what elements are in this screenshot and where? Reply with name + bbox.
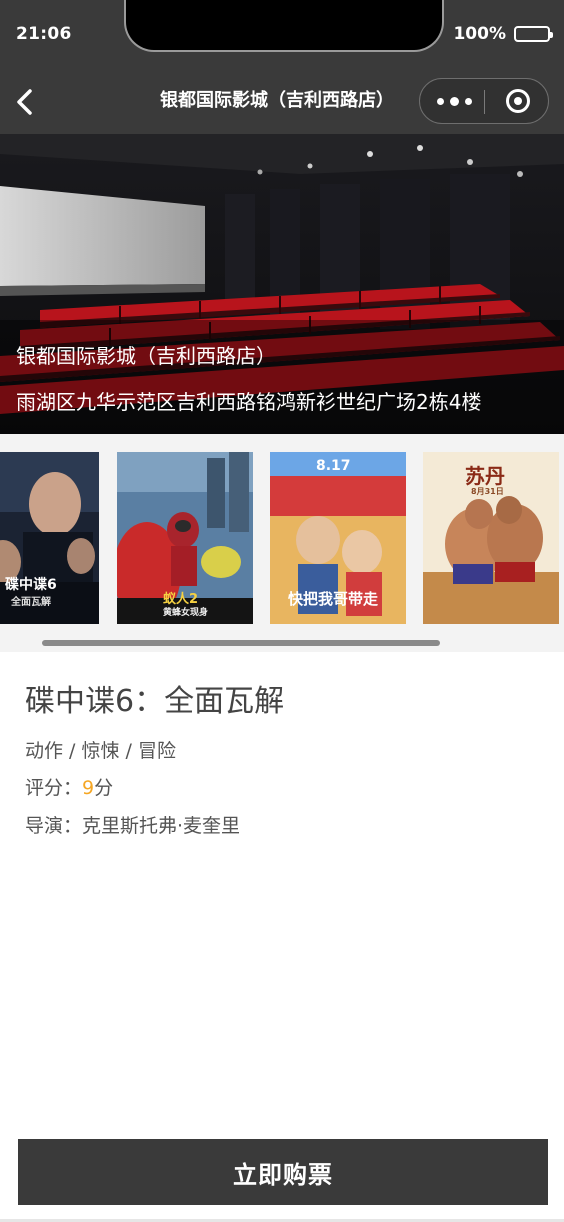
close-mini-program-button[interactable] xyxy=(492,79,544,123)
more-options-button[interactable] xyxy=(426,79,482,123)
poster-subtitle: 8月31日 xyxy=(471,487,504,496)
movie-director: 导演：克里斯托弗·麦奎里 xyxy=(25,815,241,837)
page-title: 银都国际影城（吉利西路店） xyxy=(160,90,394,111)
dot-icon xyxy=(436,97,444,105)
cinema-name: 银都国际影城（吉利西路店） xyxy=(16,344,276,368)
cinema-address: 雨湖区九华示范区吉利西路铭鸿新衫世纪广场2栋4楼 xyxy=(16,390,482,414)
poster-ant-man[interactable]: 蚁人2 黄蜂女现身 xyxy=(117,452,253,624)
capsule-divider xyxy=(484,90,485,114)
chevron-left-icon xyxy=(17,89,32,115)
poster-title: 苏丹 xyxy=(465,464,505,488)
device-notch xyxy=(124,0,444,52)
movie-details: 碟中谍6：全面瓦解 动作 / 惊悚 / 冒险 评分：9分 导演：克里斯托弗·麦奎… xyxy=(0,652,564,1132)
poster-subtitle: 黄蜂女现身 xyxy=(163,608,209,618)
poster-subtitle: 全面瓦解 xyxy=(11,597,51,608)
buy-ticket-button[interactable]: 立即购票 xyxy=(18,1139,548,1205)
movie-genre: 动作 / 惊悚 / 冒险 xyxy=(25,740,176,762)
cinema-banner: 银都国际影城（吉利西路店） 雨湖区九华示范区吉利西路铭鸿新衫世纪广场2栋4楼 xyxy=(0,134,564,434)
dot-icon xyxy=(449,96,459,106)
dot-icon xyxy=(464,97,472,105)
battery-percent: 100% xyxy=(453,24,506,44)
poster-mission-impossible[interactable]: 碟中谍6 全面瓦解 xyxy=(0,452,99,624)
status-battery: 100% xyxy=(453,24,553,44)
movie-title: 碟中谍6：全面瓦解 xyxy=(25,684,285,719)
rating-unit: 分 xyxy=(94,777,114,799)
back-button[interactable] xyxy=(10,84,42,120)
poster-take-me-home[interactable]: 8.17 快把我哥带走 xyxy=(270,452,406,624)
rating-label: 评分： xyxy=(25,777,83,799)
movie-poster-carousel[interactable]: 碟中谍6 全面瓦解 蚁人2 黄蜂女现身 8.17 快把我哥带走 苏丹 8月31日 xyxy=(0,434,564,652)
banner-overlay xyxy=(0,320,564,434)
target-icon xyxy=(506,89,530,113)
rating-value: 9 xyxy=(82,777,95,799)
poster-date: 8.17 xyxy=(316,458,351,474)
movie-rating: 评分：9分 xyxy=(25,773,113,800)
status-time: 21:06 xyxy=(16,24,72,44)
top-bar: 21:06 100% 银都国际影城（吉利西路店） xyxy=(0,0,564,134)
poster-title: 快把我哥带走 xyxy=(288,590,379,608)
mini-program-capsule xyxy=(419,78,549,124)
battery-icon xyxy=(514,26,553,42)
carousel-scrollbar[interactable] xyxy=(42,640,440,646)
poster-title: 碟中谍6 xyxy=(5,577,57,593)
poster-sultan[interactable]: 苏丹 8月31日 xyxy=(423,452,559,624)
